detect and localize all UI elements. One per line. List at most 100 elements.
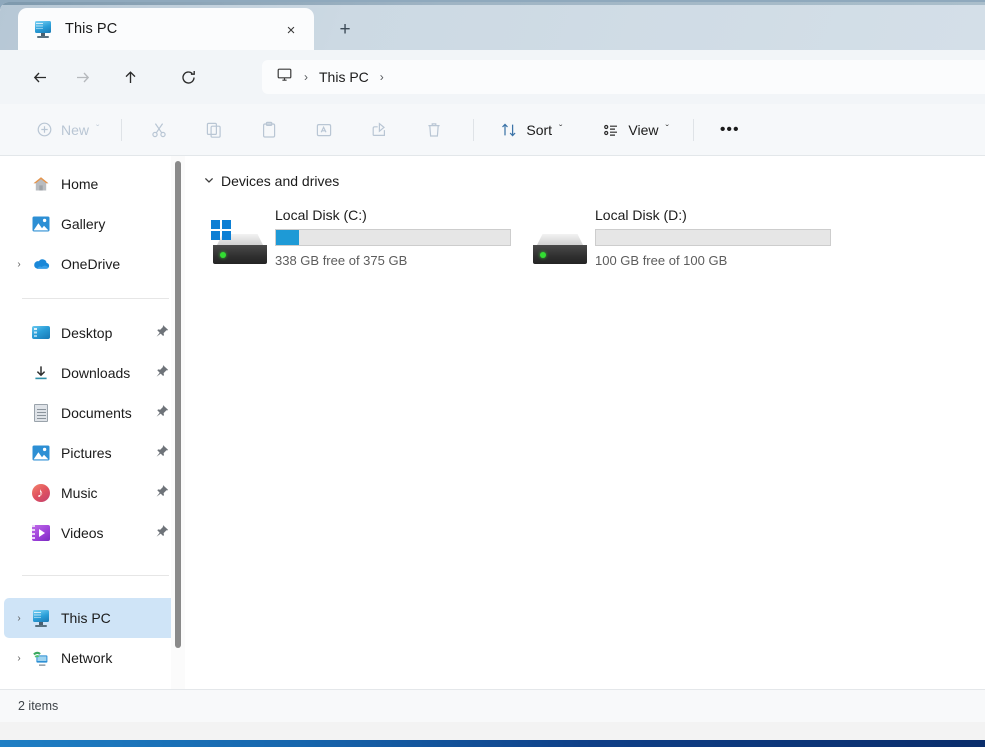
delete-button[interactable] [417,114,451,146]
monitor-icon [276,66,293,88]
music-icon [32,484,50,502]
breadcrumb-path[interactable]: This PC [319,69,369,85]
drive-info: Local Disk (C:) 338 GB free of 375 GB [275,202,511,268]
toolbar-divider [121,118,123,141]
chevron-placeholder [8,328,30,339]
copy-button[interactable] [197,114,231,146]
sidebar-item-pictures[interactable]: Pictures [4,433,181,473]
cut-button[interactable] [142,114,176,146]
sort-icon [500,121,518,139]
file-list-pane: Devices and drives Local Disk (C:) 338 G… [185,156,985,689]
file-explorer-window: This PC × + › This PC › New ˇ Sort ˇ Vie… [0,2,985,742]
sidebar-item-music[interactable]: Music [4,473,181,513]
hard-drive-icon [211,220,267,270]
onedrive-icon [32,255,50,273]
rename-button[interactable] [307,114,341,146]
new-button[interactable]: New ˇ [28,114,107,146]
up-arrow-icon[interactable] [112,61,149,93]
title-bar-top-edge [0,2,985,5]
network-icon [32,649,50,667]
sidebar-item-gallery[interactable]: Gallery [4,204,181,244]
close-icon[interactable]: × [278,17,304,43]
sidebar-divider [22,298,169,299]
group-title: Devices and drives [221,173,340,189]
drive-capacity-text: 338 GB free of 375 GB [275,253,408,268]
share-icon [370,121,388,139]
home-icon [32,175,50,193]
sidebar-item-label: OneDrive [61,256,121,272]
sidebar-item-videos[interactable]: Videos [4,513,181,553]
chevron-right-icon[interactable]: › [8,653,30,664]
new-tab-button[interactable]: + [330,15,360,43]
sidebar-item-this-pc[interactable]: › This PC [4,598,181,638]
sidebar-item-label: Documents [61,405,132,421]
pictures-icon [32,444,50,462]
pin-icon[interactable] [154,484,169,499]
more-options-button[interactable]: ••• [712,114,748,146]
back-arrow-icon[interactable] [22,61,59,93]
sidebar-scrollbar-thumb[interactable] [175,161,181,648]
pin-icon[interactable] [154,364,169,379]
sidebar-scrollbar[interactable] [171,156,185,689]
sidebar-item-desktop[interactable]: Desktop [4,313,181,353]
sidebar-item-onedrive[interactable]: › OneDrive [4,244,181,284]
sidebar-item-label: Home [61,176,99,192]
sidebar-item-downloads[interactable]: Downloads [4,353,181,393]
sidebar-item-home[interactable]: Home [4,164,181,204]
view-button[interactable]: View ˇ [594,114,676,146]
chevron-down-icon: ˇ [96,124,100,135]
group-header-devices-and-drives[interactable]: Devices and drives [203,170,985,192]
sidebar-item-label: Desktop [61,325,113,341]
pin-icon[interactable] [154,524,169,539]
drive-usage-bar [275,229,511,246]
refresh-icon[interactable] [170,61,207,93]
hard-drive-icon [531,220,587,270]
taskbar-strip [0,740,985,747]
screen: This PC × + › This PC › New ˇ Sort ˇ Vie… [0,0,985,747]
chevron-right-icon[interactable]: › [8,259,30,270]
tab-this-pc[interactable]: This PC × [18,8,314,50]
drive-capacity-text: 100 GB free of 100 GB [595,253,728,268]
drive-item-c[interactable]: Local Disk (C:) 338 GB free of 375 GB [211,202,531,270]
toolbar-divider-2 [473,118,475,141]
status-bar: 2 items [0,689,985,722]
new-button-label: New [61,121,90,138]
sidebar-item-network[interactable]: › Network [4,638,181,678]
drive-name: Local Disk (C:) [275,207,367,223]
paste-button[interactable] [252,114,286,146]
sidebar-item-label: Downloads [61,365,131,381]
command-bar: New ˇ Sort ˇ View ˇ ••• [0,104,985,156]
pin-icon[interactable] [154,444,169,459]
drives-grid: Local Disk (C:) 338 GB free of 375 GB Lo… [203,202,985,270]
downloads-icon [32,364,50,382]
paste-icon [260,121,278,139]
sidebar-item-label: Pictures [61,445,112,461]
drive-usage-fill [276,230,300,245]
share-button[interactable] [362,114,396,146]
pin-icon[interactable] [154,324,169,339]
navigation-pane: Home Gallery › OneDrive Desktop Download… [0,156,185,689]
toolbar-divider-3 [692,118,694,141]
pin-icon[interactable] [154,404,169,419]
trash-icon [425,121,443,139]
chevron-placeholder [8,488,30,499]
drive-item-d[interactable]: Local Disk (D:) 100 GB free of 100 GB [531,202,851,270]
drive-info: Local Disk (D:) 100 GB free of 100 GB [595,202,831,268]
thispc-icon [32,609,50,627]
address-bar[interactable]: › This PC › [262,60,985,94]
chevron-down-icon: ˇ [559,124,563,135]
chevron-right-icon[interactable]: › [8,613,30,624]
breadcrumb-trailing-chevron[interactable]: › [380,70,384,84]
drive-usage-bar [595,229,831,246]
monitor-icon [34,20,52,38]
chevron-placeholder [8,528,30,539]
windows-logo-badge-icon [211,220,232,241]
forward-arrow-icon[interactable] [64,61,101,93]
chevron-down-icon[interactable] [203,174,219,189]
copy-icon [205,121,223,139]
sort-button[interactable]: Sort ˇ [492,114,570,146]
item-count-label: 2 items [18,699,59,713]
sidebar-item-label: Videos [61,525,104,541]
chevron-placeholder [8,368,30,379]
sidebar-item-documents[interactable]: Documents [4,393,181,433]
